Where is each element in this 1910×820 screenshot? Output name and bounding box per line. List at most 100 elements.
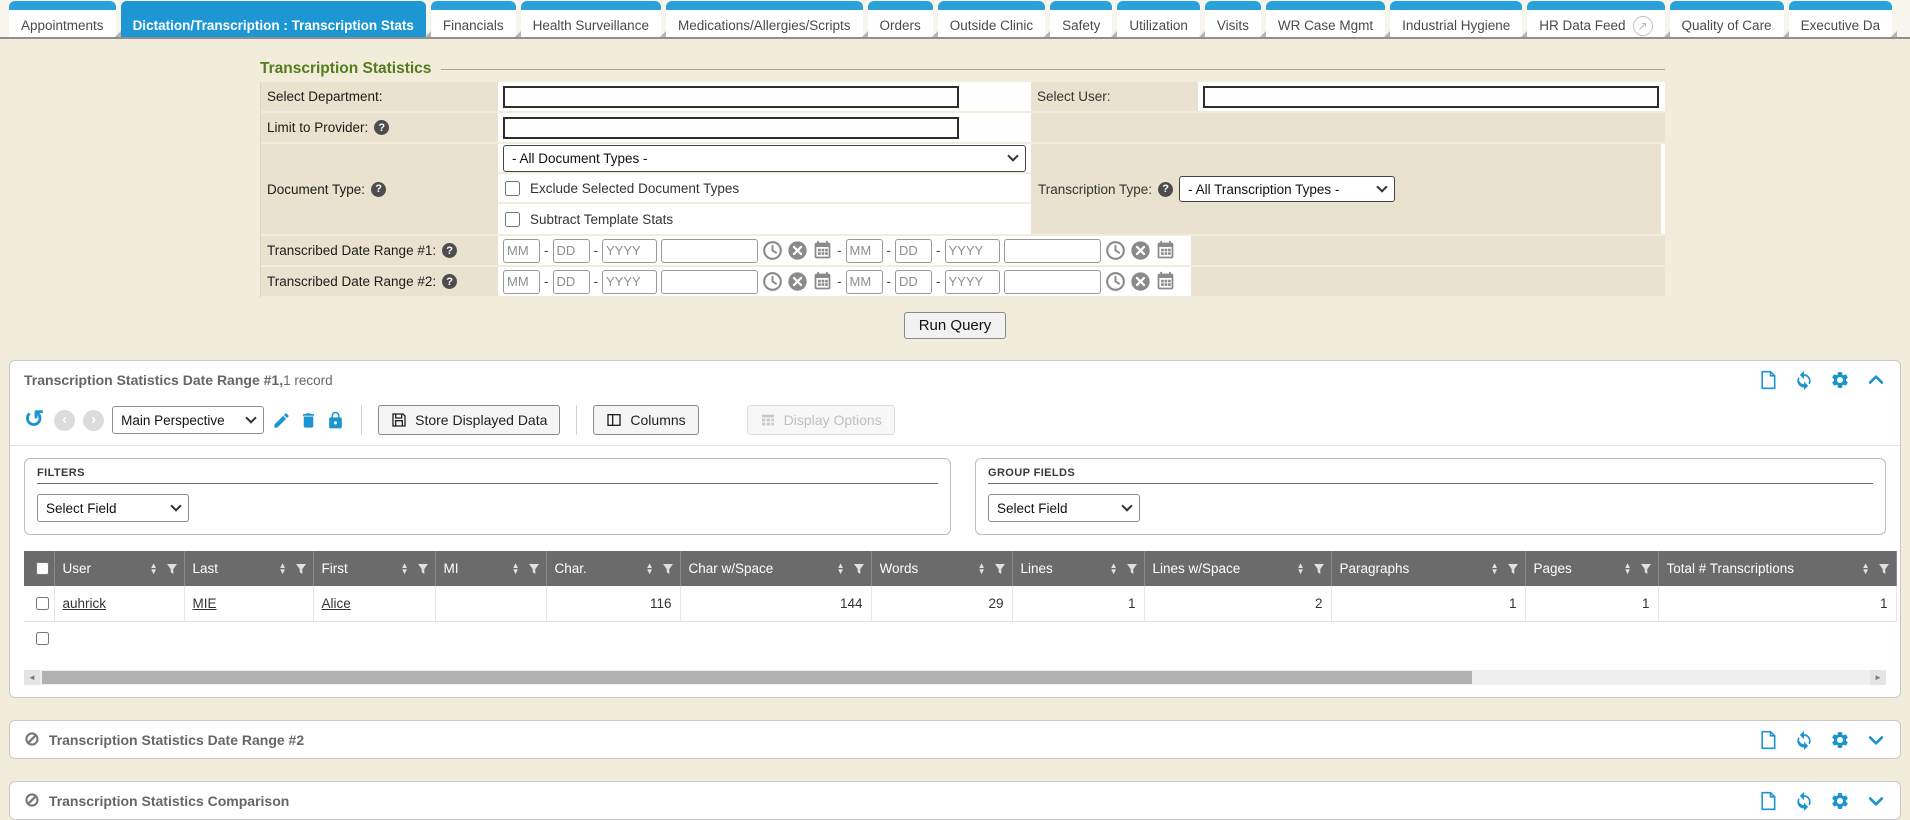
new-document-icon[interactable] [1758, 730, 1778, 750]
first-name-link[interactable]: Alice [322, 596, 351, 611]
range2-end-year-input[interactable] [945, 270, 1000, 294]
clock-icon[interactable] [1105, 240, 1126, 261]
new-document-icon[interactable] [1758, 370, 1778, 390]
clock-icon[interactable] [762, 271, 783, 292]
help-icon[interactable]: ? [371, 182, 386, 197]
delete-perspective-icon[interactable] [299, 411, 318, 430]
range2-end-day-input[interactable] [895, 270, 932, 294]
refresh-icon[interactable] [1794, 370, 1814, 390]
subtract-template-stats-checkbox[interactable] [505, 212, 520, 227]
clear-date-icon[interactable] [787, 271, 808, 292]
range1-end-year-input[interactable] [945, 239, 1000, 263]
gear-icon[interactable] [1830, 730, 1850, 750]
expand-panel-icon[interactable] [1866, 730, 1886, 750]
tab-medications-allergies-scripts[interactable]: Medications/Allergies/Scripts [666, 1, 863, 37]
tab-safety[interactable]: Safety [1050, 1, 1112, 37]
tab-visits[interactable]: Visits [1205, 1, 1261, 37]
sort-icon[interactable]: ▲▼ [1297, 563, 1305, 575]
limit-to-provider-input[interactable] [503, 117, 959, 139]
select-all-checkbox[interactable] [36, 562, 49, 575]
previous-perspective-icon[interactable]: ‹ [54, 410, 75, 431]
sort-icon[interactable]: ▲▼ [646, 563, 654, 575]
edit-perspective-icon[interactable] [272, 411, 291, 430]
clock-icon[interactable] [1105, 271, 1126, 292]
sort-icon[interactable]: ▲▼ [1624, 563, 1632, 575]
tab-executive[interactable]: Executive Da [1789, 1, 1893, 37]
range2-end-month-input[interactable] [846, 270, 883, 294]
filters-select-field[interactable]: Select Field [37, 494, 189, 522]
range2-end-time-input[interactable] [1004, 270, 1101, 294]
gear-icon[interactable] [1830, 791, 1850, 811]
sort-icon[interactable]: ▲▼ [837, 563, 845, 575]
filter-icon[interactable] [662, 563, 674, 575]
select-department-input[interactable] [503, 86, 959, 108]
row-checkbox[interactable] [36, 597, 49, 610]
sort-icon[interactable]: ▲▼ [978, 563, 986, 575]
perspective-select[interactable]: Main Perspective [112, 406, 264, 434]
user-link[interactable]: auhrick [63, 596, 107, 611]
sort-icon[interactable]: ▲▼ [401, 563, 409, 575]
calendar-icon[interactable] [1155, 240, 1176, 261]
range2-start-year-input[interactable] [602, 270, 657, 294]
clear-date-icon[interactable] [1130, 240, 1151, 261]
range1-start-month-input[interactable] [503, 239, 540, 263]
range1-start-day-input[interactable] [553, 239, 590, 263]
clock-icon[interactable] [762, 240, 783, 261]
filter-icon[interactable] [1878, 563, 1890, 575]
tab-outside-clinic[interactable]: Outside Clinic [938, 1, 1045, 37]
filter-icon[interactable] [295, 563, 307, 575]
range2-start-day-input[interactable] [553, 270, 590, 294]
tab-orders[interactable]: Orders [868, 1, 933, 37]
filter-icon[interactable] [853, 563, 865, 575]
calendar-icon[interactable] [1155, 271, 1176, 292]
store-displayed-data-button[interactable]: Store Displayed Data [378, 405, 560, 435]
filter-icon[interactable] [1313, 563, 1325, 575]
run-query-button[interactable]: Run Query [904, 312, 1007, 339]
tab-utilization[interactable]: Utilization [1117, 1, 1200, 37]
scrollbar-thumb[interactable] [42, 671, 1472, 684]
help-icon[interactable]: ? [442, 274, 457, 289]
range2-start-month-input[interactable] [503, 270, 540, 294]
tab-health-surveillance[interactable]: Health Surveillance [521, 1, 661, 37]
range1-end-day-input[interactable] [895, 239, 932, 263]
next-perspective-icon[interactable]: › [83, 410, 104, 431]
expand-panel-icon[interactable] [1866, 791, 1886, 811]
help-icon[interactable]: ? [1158, 182, 1173, 197]
new-document-icon[interactable] [1758, 791, 1778, 811]
exclude-document-types-checkbox[interactable] [505, 181, 520, 196]
clear-date-icon[interactable] [1130, 271, 1151, 292]
document-type-select[interactable]: - All Document Types - [503, 145, 1026, 172]
sort-icon[interactable]: ▲▼ [279, 563, 287, 575]
reset-perspective-icon[interactable]: ↺ [24, 410, 44, 430]
calendar-icon[interactable] [812, 240, 833, 261]
sort-icon[interactable]: ▲▼ [1491, 563, 1499, 575]
scroll-left-arrow[interactable]: ◄ [24, 670, 40, 685]
range1-start-year-input[interactable] [602, 239, 657, 263]
range2-start-time-input[interactable] [661, 270, 758, 294]
last-name-link[interactable]: MIE [193, 596, 217, 611]
filter-icon[interactable] [417, 563, 429, 575]
row-checkbox[interactable] [36, 632, 49, 645]
filter-icon[interactable] [994, 563, 1006, 575]
filter-icon[interactable] [1640, 563, 1652, 575]
sort-icon[interactable]: ▲▼ [512, 563, 520, 575]
range1-end-time-input[interactable] [1004, 239, 1101, 263]
horizontal-scrollbar[interactable]: ◄ ► [24, 670, 1886, 685]
filter-icon[interactable] [1507, 563, 1519, 575]
group-fields-select-field[interactable]: Select Field [988, 494, 1140, 522]
scroll-right-arrow[interactable]: ► [1870, 670, 1886, 685]
tab-hr-data-feed[interactable]: HR Data Feed ↗ [1527, 1, 1664, 37]
calendar-icon[interactable] [812, 271, 833, 292]
help-icon[interactable]: ? [374, 120, 389, 135]
transcription-type-select[interactable]: - All Transcription Types - [1179, 176, 1395, 202]
help-icon[interactable]: ? [442, 243, 457, 258]
collapse-panel-icon[interactable] [1866, 370, 1886, 390]
clear-date-icon[interactable] [787, 240, 808, 261]
select-user-input[interactable] [1203, 86, 1659, 108]
scrollbar-track[interactable] [40, 670, 1870, 685]
range1-start-time-input[interactable] [661, 239, 758, 263]
refresh-icon[interactable] [1794, 791, 1814, 811]
columns-button[interactable]: Columns [593, 405, 698, 435]
tab-quality-of-care[interactable]: Quality of Care [1670, 1, 1784, 37]
filter-icon[interactable] [166, 563, 178, 575]
